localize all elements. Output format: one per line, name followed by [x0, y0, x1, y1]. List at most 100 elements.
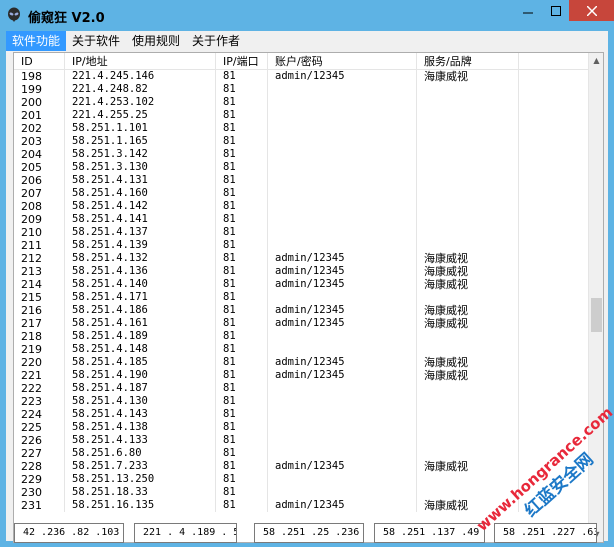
cell-port: 81 — [216, 356, 268, 369]
cell-service-brand: 海康威视 — [417, 460, 519, 473]
cell-account-password — [268, 96, 417, 109]
close-button[interactable] — [569, 0, 614, 21]
table-row[interactable]: 201 221.4.255.25 81 — [14, 109, 589, 122]
table-row[interactable]: 199 221.4.248.82 81 — [14, 83, 589, 96]
table-row[interactable]: 229 58.251.13.250 81 — [14, 473, 589, 486]
column-header-id[interactable]: ID — [14, 53, 65, 69]
cell-port: 81 — [216, 460, 268, 473]
table-row[interactable]: 225 58.251.4.138 81 — [14, 421, 589, 434]
table-row[interactable]: 226 58.251.4.133 81 — [14, 434, 589, 447]
cell-id: 217 — [14, 317, 65, 330]
list-rows: 198 221.4.245.146 81 admin/12345 海康威视 199 221.… — [14, 70, 589, 512]
table-row[interactable]: 213 58.251.4.136 81 admin/12345 海康威视 — [14, 265, 589, 278]
cell-id: 210 — [14, 226, 65, 239]
cell-extra — [519, 460, 589, 473]
cell-service-brand — [417, 226, 519, 239]
cell-account-password — [268, 473, 417, 486]
table-row[interactable]: 230 58.251.18.33 81 — [14, 486, 589, 499]
table-row[interactable]: 231 58.251.16.135 81 admin/12345 海康威视 — [14, 499, 589, 512]
table-row[interactable]: 228 58.251.7.233 81 admin/12345 海康威视 — [14, 460, 589, 473]
cell-extra — [519, 161, 589, 174]
cell-account-password — [268, 330, 417, 343]
cell-service-brand — [417, 330, 519, 343]
cell-ip-address: 58.251.4.132 — [65, 252, 216, 265]
table-row[interactable]: 221 58.251.4.190 81 admin/12345 海康威视 — [14, 369, 589, 382]
cell-id: 199 — [14, 83, 65, 96]
table-row[interactable]: 218 58.251.4.189 81 — [14, 330, 589, 343]
cell-service-brand — [417, 109, 519, 122]
column-header-ip[interactable]: IP/地址 — [65, 53, 216, 69]
scroll-up-arrow-icon[interactable]: ▲ — [589, 53, 603, 68]
column-header-account[interactable]: 账户/密码 — [268, 53, 417, 69]
cell-ip-address: 58.251.1.165 — [65, 135, 216, 148]
ip-field-1[interactable]: 42 .236 .82 .103 — [14, 523, 124, 543]
table-row[interactable]: 203 58.251.1.165 81 — [14, 135, 589, 148]
cell-port: 81 — [216, 421, 268, 434]
cell-service-brand — [417, 96, 519, 109]
cell-ip-address: 58.251.4.141 — [65, 213, 216, 226]
cell-port: 81 — [216, 83, 268, 96]
table-row[interactable]: 198 221.4.245.146 81 admin/12345 海康威视 — [14, 70, 589, 83]
cell-port: 81 — [216, 70, 268, 83]
cell-account-password: admin/12345 — [268, 265, 417, 278]
cell-extra — [519, 278, 589, 291]
cell-port: 81 — [216, 304, 268, 317]
cell-extra — [519, 473, 589, 486]
cell-id: 204 — [14, 148, 65, 161]
table-row[interactable]: 210 58.251.4.137 81 — [14, 226, 589, 239]
cell-id: 212 — [14, 252, 65, 265]
table-row[interactable]: 217 58.251.4.161 81 admin/12345 海康威视 — [14, 317, 589, 330]
cell-service-brand — [417, 343, 519, 356]
cell-extra — [519, 382, 589, 395]
cell-extra — [519, 369, 589, 382]
column-header-brand[interactable]: 服务/品牌 — [417, 53, 519, 69]
cell-account-password: admin/12345 — [268, 499, 417, 512]
table-row[interactable]: 220 58.251.4.185 81 admin/12345 海康威视 — [14, 356, 589, 369]
cell-id: 205 — [14, 161, 65, 174]
ip-field-4[interactable]: 58 .251 .137 .49 — [374, 523, 485, 543]
table-row[interactable]: 209 58.251.4.141 81 — [14, 213, 589, 226]
cell-id: 198 — [14, 70, 65, 83]
results-list[interactable]: ID IP/地址 IP/端口 账户/密码 服务/品牌 198 221.4.245.… — [13, 52, 604, 543]
scrollbar-thumb[interactable] — [591, 298, 602, 332]
menu-usage-rules[interactable]: 使用规则 — [126, 31, 186, 51]
table-row[interactable]: 222 58.251.4.187 81 — [14, 382, 589, 395]
table-row[interactable]: 208 58.251.4.142 81 — [14, 200, 589, 213]
cell-extra — [519, 291, 589, 304]
table-row[interactable]: 223 58.251.4.130 81 — [14, 395, 589, 408]
cell-ip-address: 58.251.4.139 — [65, 239, 216, 252]
table-row[interactable]: 219 58.251.4.148 81 — [14, 343, 589, 356]
cell-ip-address: 221.4.248.82 — [65, 83, 216, 96]
table-row[interactable]: 202 58.251.1.101 81 — [14, 122, 589, 135]
maximize-button[interactable] — [542, 0, 569, 21]
table-row[interactable]: 224 58.251.4.143 81 — [14, 408, 589, 421]
cell-service-brand — [417, 161, 519, 174]
vertical-scrollbar[interactable]: ▲ ▼ — [588, 53, 603, 542]
ip-field-3[interactable]: 58 .251 .25 .236 — [254, 523, 364, 543]
table-row[interactable]: 214 58.251.4.140 81 admin/12345 海康威视 — [14, 278, 589, 291]
column-header-port[interactable]: IP/端口 — [216, 53, 268, 69]
menu-software-functions[interactable]: 软件功能 — [6, 31, 67, 51]
table-row[interactable]: 227 58.251.6.80 81 — [14, 447, 589, 460]
table-row[interactable]: 212 58.251.4.132 81 admin/12345 海康威视 — [14, 252, 589, 265]
cell-account-password — [268, 434, 417, 447]
column-header-extra[interactable] — [519, 53, 589, 69]
minimize-button[interactable] — [514, 0, 542, 21]
table-row[interactable]: 204 58.251.3.142 81 — [14, 148, 589, 161]
cell-extra — [519, 83, 589, 96]
table-row[interactable]: 205 58.251.3.130 81 — [14, 161, 589, 174]
table-row[interactable]: 216 58.251.4.186 81 admin/12345 海康威视 — [14, 304, 589, 317]
menu-about-software[interactable]: 关于软件 — [66, 31, 126, 51]
table-row[interactable]: 211 58.251.4.139 81 — [14, 239, 589, 252]
table-row[interactable]: 207 58.251.4.160 81 — [14, 187, 589, 200]
table-row[interactable]: 206 58.251.4.131 81 — [14, 174, 589, 187]
table-row[interactable]: 200 221.4.253.102 81 — [14, 96, 589, 109]
menu-about-author[interactable]: 关于作者 — [186, 31, 246, 51]
main-window: 偷窥狂 V2.0 软件功能 关于软件 使用规则 关于作者 ID IP/地址 IP… — [0, 0, 614, 547]
cell-id: 207 — [14, 187, 65, 200]
cell-port: 81 — [216, 499, 268, 512]
title-bar[interactable]: 偷窥狂 V2.0 — [0, 0, 614, 30]
ip-field-2[interactable]: 221 . 4 .189 . 5 — [134, 523, 237, 543]
ip-field-5[interactable]: 58 .251 .227 .63 — [494, 523, 597, 543]
table-row[interactable]: 215 58.251.4.171 81 — [14, 291, 589, 304]
